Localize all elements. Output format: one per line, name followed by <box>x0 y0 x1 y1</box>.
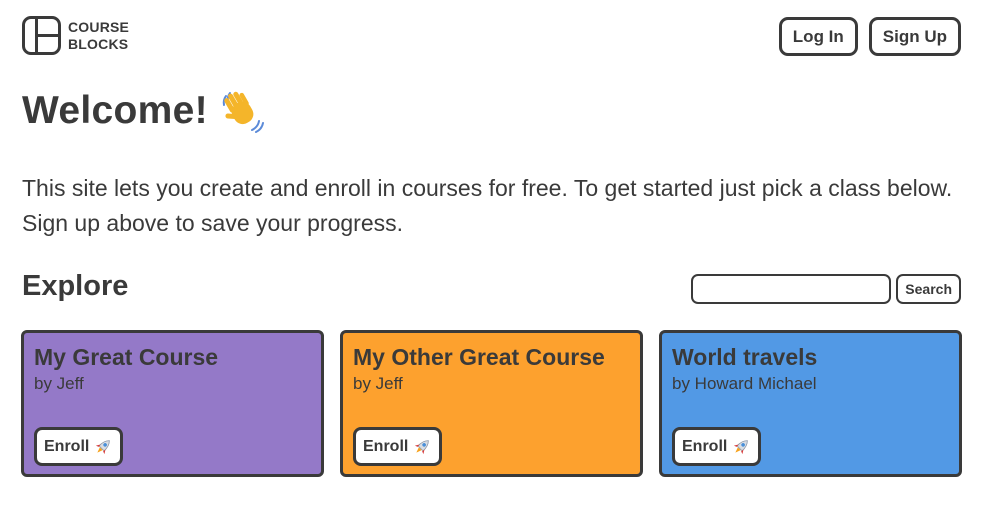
course-author: by Jeff <box>353 374 403 393</box>
course-author: by Jeff <box>34 374 84 393</box>
search-button[interactable]: Search <box>896 274 961 304</box>
enroll-label: Enroll <box>682 437 728 455</box>
enroll-button[interactable]: Enroll <box>672 427 762 466</box>
enroll-button[interactable]: Enroll <box>353 427 443 466</box>
course-author: by Howard Michael <box>672 374 817 393</box>
enroll-label: Enroll <box>363 437 409 455</box>
course-title[interactable]: My Other Great Course <box>353 343 630 371</box>
site-header: COURSE BLOCKS Log In Sign Up <box>22 16 961 58</box>
course-card[interactable]: My Great Course by Jeff Enroll <box>21 330 324 477</box>
logo-text: COURSE BLOCKS <box>68 19 129 53</box>
waving-hand-icon <box>218 88 264 134</box>
intro-text: This site lets you create and enroll in … <box>22 175 953 236</box>
search-input[interactable] <box>691 274 892 304</box>
rocket-icon <box>93 437 113 457</box>
login-button[interactable]: Log In <box>778 17 858 56</box>
logo-mark-icon <box>22 16 61 55</box>
enroll-label: Enroll <box>44 437 90 455</box>
search-form: Search <box>691 274 961 304</box>
course-title[interactable]: My Great Course <box>34 343 311 371</box>
course-title[interactable]: World travels <box>672 343 949 371</box>
logo-text-line2: BLOCKS <box>68 35 129 52</box>
explore-heading: Explore <box>22 270 129 302</box>
signup-button[interactable]: Sign Up <box>868 17 961 56</box>
course-card[interactable]: My Other Great Course by Jeff Enroll <box>340 330 643 477</box>
course-list: My Great Course by Jeff Enroll My Other … <box>21 330 962 477</box>
rocket-icon <box>731 437 751 457</box>
logo-text-line1: COURSE <box>68 18 130 35</box>
page-title: Welcome! <box>22 88 264 134</box>
course-card[interactable]: World travels by Howard Michael Enroll <box>659 330 962 477</box>
auth-buttons: Log In Sign Up <box>778 17 961 56</box>
enroll-button[interactable]: Enroll <box>34 427 124 466</box>
rocket-icon <box>412 437 432 457</box>
logo[interactable]: COURSE BLOCKS <box>22 16 129 55</box>
welcome-text: Welcome! <box>22 89 208 132</box>
